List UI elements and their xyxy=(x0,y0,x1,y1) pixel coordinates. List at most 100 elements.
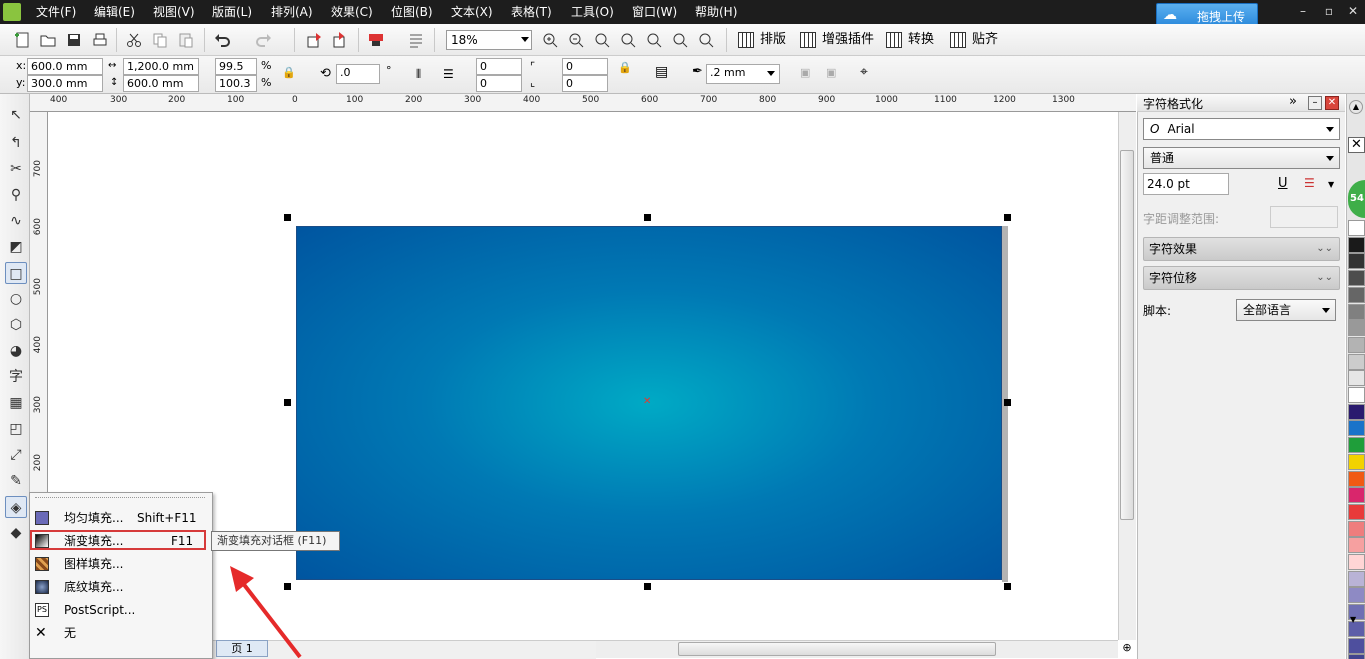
uniform-fill-item[interactable]: 均匀填充... Shift+F11 xyxy=(30,507,212,529)
texture-fill-item[interactable]: 底纹填充... xyxy=(30,576,212,598)
color-swatch[interactable] xyxy=(1348,503,1365,520)
fill-tool-icon[interactable]: ◈ xyxy=(5,496,27,518)
color-swatch[interactable] xyxy=(1348,470,1365,487)
minimize-icon[interactable]: – xyxy=(1296,4,1310,18)
table-tool-icon[interactable]: ▦ xyxy=(5,392,27,414)
height-field[interactable]: 600.0 mm xyxy=(123,75,199,92)
print-icon[interactable] xyxy=(90,30,110,50)
menu-table[interactable]: 表格(T) xyxy=(511,0,552,24)
menu-arrange[interactable]: 排列(A) xyxy=(271,0,313,24)
scale-x-field[interactable]: 99.5 xyxy=(215,58,257,75)
y-position-field[interactable]: 300.0 mm xyxy=(27,75,103,92)
text-tool-icon[interactable]: 字 xyxy=(5,366,27,388)
color-swatch[interactable] xyxy=(1348,537,1365,554)
selection-handle[interactable] xyxy=(284,399,291,406)
restore-icon[interactable]: ▫ xyxy=(1322,4,1336,18)
snap-plugin-button[interactable]: 贴齐 xyxy=(950,28,998,52)
color-swatch[interactable] xyxy=(1348,387,1365,403)
close-icon[interactable]: ✕ xyxy=(1346,4,1360,18)
zoom-navigator-icon[interactable]: ⊕ xyxy=(1119,641,1135,657)
corner-radius-2-field[interactable]: 0 xyxy=(476,75,522,92)
mirror-horizontal-icon[interactable]: ⫴ xyxy=(416,67,421,81)
save-icon[interactable] xyxy=(64,30,84,50)
enhance-plugin-button[interactable]: 增强插件 xyxy=(800,28,874,52)
export-icon[interactable] xyxy=(330,30,350,50)
zoom-out-icon[interactable] xyxy=(566,30,586,50)
color-swatch[interactable] xyxy=(1348,286,1365,303)
character-effects-section[interactable]: 字符效果 ⌄⌄ xyxy=(1143,237,1340,261)
freehand-tool-icon[interactable]: ∿ xyxy=(5,210,27,232)
color-swatch[interactable] xyxy=(1348,220,1365,236)
mirror-vertical-icon[interactable]: ☰ xyxy=(443,67,454,81)
vertical-scroll-thumb[interactable] xyxy=(1120,150,1134,520)
scale-y-field[interactable]: 100.3 xyxy=(215,75,257,92)
selection-handle[interactable] xyxy=(1004,399,1011,406)
color-swatch[interactable] xyxy=(1348,253,1365,270)
color-swatch[interactable] xyxy=(1348,587,1365,604)
zoom-level-select[interactable]: 18% xyxy=(446,30,532,50)
docker-minimize-icon[interactable]: – xyxy=(1308,96,1322,110)
redo-icon[interactable] xyxy=(254,30,274,50)
wrap-text-icon[interactable]: ▤ xyxy=(655,65,668,79)
zoom-tool-icon[interactable]: ⚲ xyxy=(5,184,27,206)
docker-close-icon[interactable]: ✕ xyxy=(1325,96,1339,110)
smart-fill-tool-icon[interactable]: ◩ xyxy=(5,236,27,258)
copy-icon[interactable] xyxy=(150,30,170,50)
outline-tool-icon[interactable]: ✎ xyxy=(5,470,27,492)
color-swatch[interactable] xyxy=(1348,554,1365,570)
script-select[interactable]: 全部语言 xyxy=(1236,299,1336,321)
lock-corners-icon[interactable]: 🔒 xyxy=(618,61,632,75)
menu-tools[interactable]: 工具(O) xyxy=(571,0,614,24)
palette-scroll-down-icon[interactable]: ▼ xyxy=(1350,615,1356,624)
to-back-icon[interactable]: ▣ xyxy=(826,66,836,80)
pattern-fill-item[interactable]: 图样填充... xyxy=(30,553,212,575)
color-swatch[interactable] xyxy=(1348,437,1365,454)
menu-help[interactable]: 帮助(H) xyxy=(695,0,737,24)
interactive-fill-tool-icon[interactable]: ◆ xyxy=(5,522,27,544)
selection-handle[interactable] xyxy=(644,214,651,221)
color-swatch[interactable] xyxy=(1348,353,1365,370)
layout-plugin-button[interactable]: 排版 xyxy=(738,28,786,52)
kerning-range-field[interactable] xyxy=(1270,206,1338,228)
character-offset-section[interactable]: 字符位移 ⌄⌄ xyxy=(1143,266,1340,290)
undo-icon[interactable] xyxy=(212,30,232,50)
color-swatch[interactable] xyxy=(1348,654,1365,659)
zoom-all-icon[interactable] xyxy=(618,30,638,50)
paste-icon[interactable] xyxy=(176,30,196,50)
shape-tool-icon[interactable]: ↰ xyxy=(5,132,27,154)
to-front-icon[interactable]: ▣ xyxy=(800,66,810,80)
corner-radius-4-field[interactable]: 0 xyxy=(562,75,608,92)
menu-text[interactable]: 文本(X) xyxy=(451,0,493,24)
outline-width-select[interactable]: .2 mm xyxy=(706,64,780,84)
corner-radius-1-field[interactable]: 0 xyxy=(476,58,522,75)
underline-icon[interactable]: U xyxy=(1278,176,1288,191)
width-field[interactable]: 1,200.0 mm xyxy=(123,58,199,75)
color-swatch[interactable] xyxy=(1348,303,1365,320)
selection-handle[interactable] xyxy=(284,214,291,221)
selection-handle[interactable] xyxy=(644,583,651,590)
chevron-down-icon[interactable]: ▼ xyxy=(1328,180,1334,189)
color-swatch[interactable] xyxy=(1348,520,1365,537)
postscript-fill-item[interactable]: PS PostScript... xyxy=(30,599,212,621)
zoom-selected-icon[interactable] xyxy=(592,30,612,50)
x-position-field[interactable]: 600.0 mm xyxy=(27,58,103,75)
color-swatch[interactable] xyxy=(1348,570,1365,587)
palette-scroll-up-icon[interactable]: ▲ xyxy=(1349,100,1363,114)
color-swatch[interactable] xyxy=(1348,270,1365,287)
convert-plugin-button[interactable]: 转换 xyxy=(886,28,934,52)
rotation-field[interactable]: .0 xyxy=(336,64,380,84)
color-swatch[interactable] xyxy=(1348,403,1365,420)
menu-window[interactable]: 窗口(W) xyxy=(632,0,677,24)
menu-effects[interactable]: 效果(C) xyxy=(331,0,373,24)
selection-handle[interactable] xyxy=(1004,214,1011,221)
no-fill-item[interactable]: ✕ 无 xyxy=(30,622,212,644)
font-family-select[interactable]: O Arial xyxy=(1143,118,1340,140)
convert-to-curves-icon[interactable]: ⌖ xyxy=(860,65,868,79)
basic-shapes-tool-icon[interactable]: ◕ xyxy=(5,340,27,362)
menu-edit[interactable]: 编辑(E) xyxy=(94,0,135,24)
zoom-height-icon[interactable] xyxy=(696,30,716,50)
import-icon[interactable] xyxy=(304,30,324,50)
crop-tool-icon[interactable]: ✂ xyxy=(5,158,27,180)
docker-expand-icon[interactable]: » xyxy=(1289,94,1297,109)
zoom-width-icon[interactable] xyxy=(670,30,690,50)
